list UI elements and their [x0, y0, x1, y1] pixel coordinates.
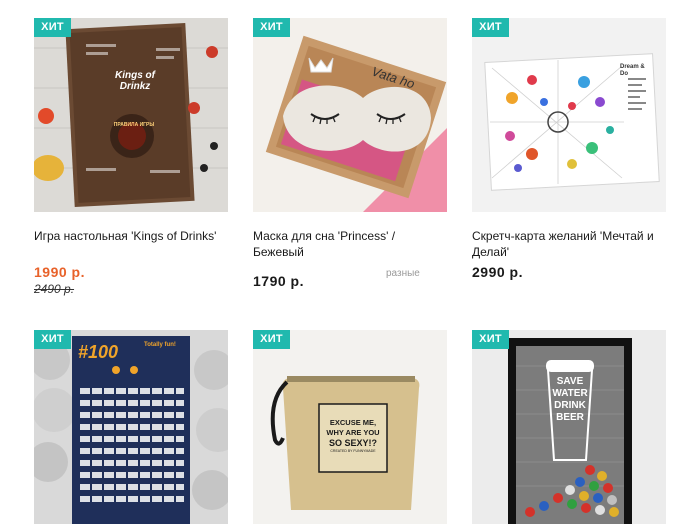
product-card[interactable]: #100 Totally fun! ХИТ — [34, 330, 228, 524]
old-price: 2490 р. — [34, 282, 75, 296]
hit-badge: ХИТ — [253, 18, 290, 37]
cap-frame-illustration — [472, 330, 666, 524]
product-image[interactable]: #100 Totally fun! — [34, 330, 228, 524]
hit-badge: ХИТ — [253, 330, 290, 349]
hit-badge: ХИТ — [472, 330, 509, 349]
variant-label: разные — [386, 268, 420, 279]
hit-badge: ХИТ — [472, 18, 509, 37]
product-card[interactable]: Vata ho ХИТ Маска для сна 'Princess' / Б… — [253, 18, 447, 298]
product-card[interactable]: Kings of Drinkz ПРАВИЛА ИГРЫ ХИТ Игра на… — [34, 18, 228, 298]
print-line: BEER — [556, 412, 584, 423]
scratch-map-illustration — [472, 18, 666, 212]
image-brand-text: Dream & Do — [620, 64, 645, 77]
print-line: EXCUSE ME, — [329, 418, 377, 427]
print-line: SAVE — [556, 376, 584, 387]
print-line: WHY ARE YOU — [326, 428, 380, 437]
print-subtext: CREATED BY FUNNYMADE — [330, 449, 376, 453]
board-game-illustration — [34, 18, 228, 212]
product-title[interactable]: Скретч-карта желаний 'Мечтай и Делай' — [472, 228, 666, 260]
product-card[interactable]: EXCUSE ME, WHY ARE YOU SO SEXY!? CREATED… — [253, 330, 447, 524]
image-rules-text: ПРАВИЛА ИГРЫ — [113, 122, 155, 128]
price: 2990 р. — [472, 264, 523, 280]
image-subtitle-text: Totally fun! — [144, 342, 176, 348]
image-logo-text: Kings of Drinkz — [115, 70, 155, 92]
product-title[interactable]: Игра настольная 'Kings of Drinks' — [34, 228, 228, 244]
image-title-text: #100 — [78, 342, 119, 362]
product-image[interactable]: Kings of Drinkz ПРАВИЛА ИГРЫ — [34, 18, 228, 212]
scratch-poster-illustration — [34, 330, 228, 524]
product-image[interactable]: SAVE WATER DRINK BEER — [472, 330, 666, 524]
sleep-mask-illustration — [253, 18, 447, 212]
product-image[interactable]: Dream & Do — [472, 18, 666, 212]
sale-price: 1990 р. — [34, 264, 85, 280]
product-image[interactable]: EXCUSE ME, WHY ARE YOU SO SEXY!? CREATED… — [253, 330, 447, 524]
product-image[interactable]: Vata ho — [253, 18, 447, 212]
print-line: WATER — [552, 388, 588, 399]
print-line: DRINK — [554, 400, 586, 411]
image-print-text: EXCUSE ME, WHY ARE YOU SO SEXY!? CREATED… — [321, 418, 385, 454]
hit-badge: ХИТ — [34, 18, 71, 37]
hit-badge: ХИТ — [34, 330, 71, 349]
product-card[interactable]: SAVE WATER DRINK BEER ХИТ — [472, 330, 666, 524]
product-card[interactable]: Dream & Do ХИТ Скретч-карта желаний 'Меч… — [472, 18, 666, 298]
image-print-text: SAVE WATER DRINK BEER — [550, 376, 590, 424]
price: 1790 р. — [253, 273, 304, 289]
product-title[interactable]: Маска для сна 'Princess' / Бежевый — [253, 228, 447, 260]
print-line: SO SEXY!? — [328, 438, 377, 448]
